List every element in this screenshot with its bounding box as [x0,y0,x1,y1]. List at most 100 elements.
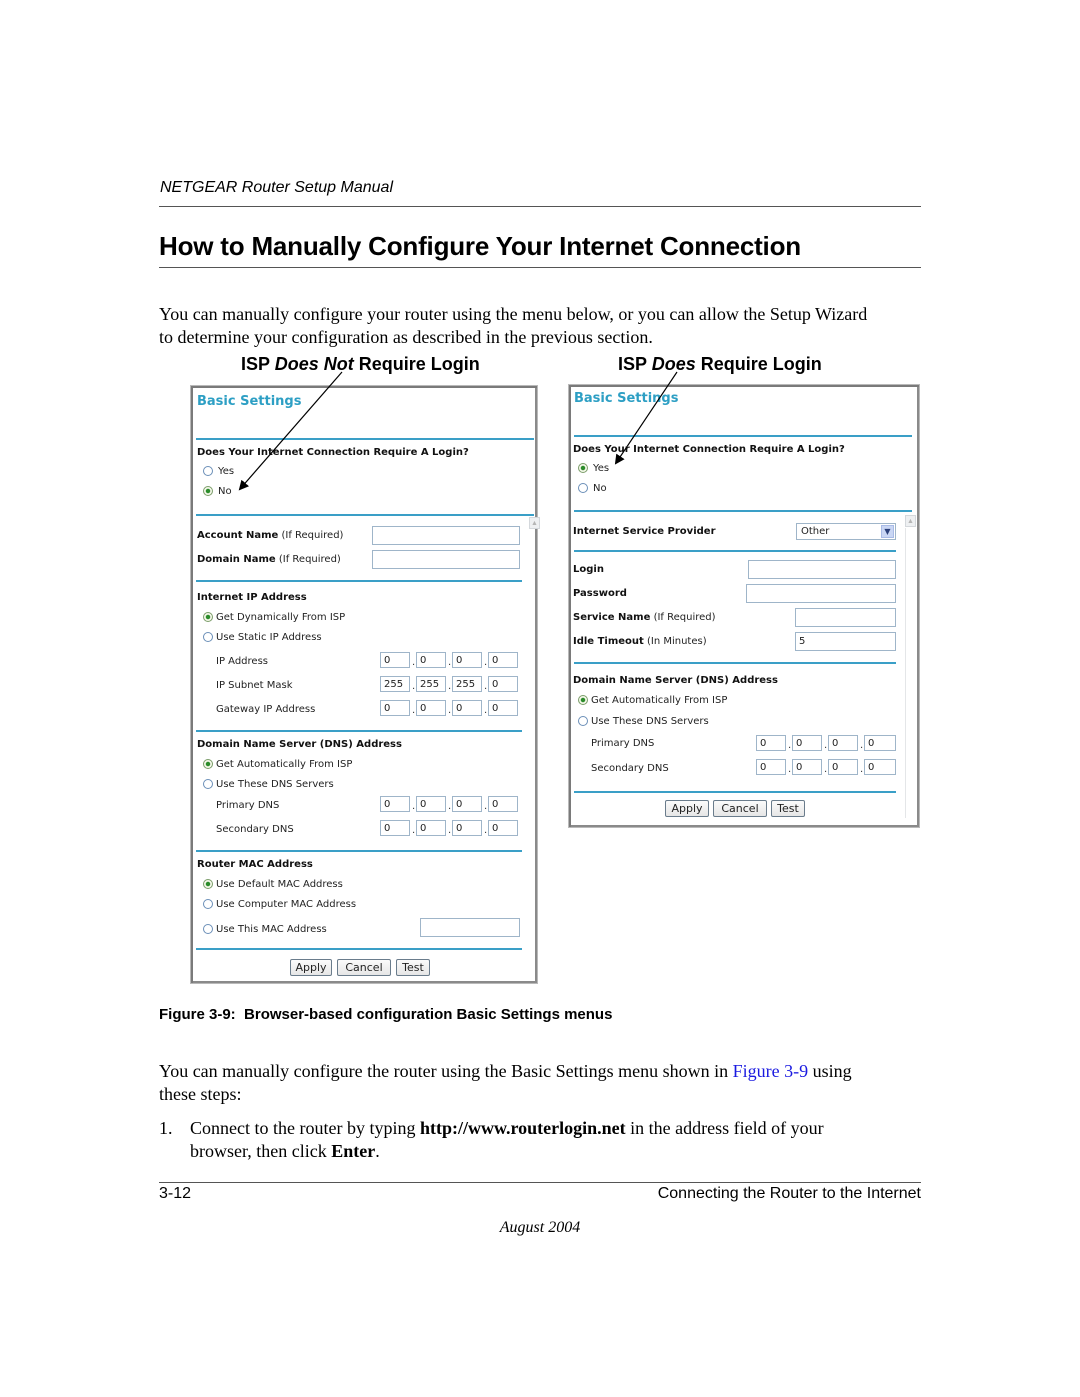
subnet-mask-octet-2[interactable] [416,676,446,692]
secondary-dns-octet-2[interactable] [416,820,446,836]
ip-address-octet-1[interactable] [380,652,410,668]
octet-separator: . [824,740,828,751]
octet-separator: . [484,705,488,716]
scroll-up-icon[interactable]: ▲ [529,517,540,529]
account-name-label: Account Name (If Required) [197,530,344,541]
dns-auto-radio[interactable] [578,695,588,705]
intro-line-2: to determine your configuration as descr… [159,327,653,347]
gateway-octet-2[interactable] [416,700,446,716]
subnet-mask-octet-3[interactable] [452,676,482,692]
ip-static-radio[interactable] [203,632,213,642]
ip-address-octet-3[interactable] [452,652,482,668]
login-label: Login [573,564,604,575]
primary-dns-octet-3[interactable] [452,796,482,812]
scroll-up-icon[interactable]: ▲ [905,515,916,527]
dns-manual-radio[interactable] [578,716,588,726]
apply-button[interactable]: Apply [665,800,709,817]
password-label: Password [573,588,627,599]
dns-section-title: Domain Name Server (DNS) Address [197,739,402,750]
footer-rule [159,1182,921,1183]
service-name-input[interactable] [795,608,896,627]
ip-address-octet-2[interactable] [416,652,446,668]
login-question: Does Your Internet Connection Require A … [573,444,845,455]
idle-timeout-input[interactable] [795,632,896,651]
apply-button[interactable]: Apply [290,959,332,976]
dns-section-title: Domain Name Server (DNS) Address [573,675,778,686]
octet-separator: . [788,740,792,751]
secondary-dns-octet-3[interactable] [452,820,482,836]
primary-dns-octet-4[interactable] [864,735,896,751]
subnet-mask-octet-1[interactable] [380,676,410,692]
mac-address-input[interactable] [420,918,520,937]
intro-line-1: You can manually configure your router u… [159,304,868,324]
ip-static-label: Use Static IP Address [216,632,322,643]
secondary-dns-label: Secondary DNS [216,824,294,835]
divider [196,438,534,440]
running-header: NETGEAR Router Setup Manual [160,179,393,196]
cancel-button[interactable]: Cancel [337,959,391,976]
service-name-label: Service Name (If Required) [573,612,716,623]
dns-auto-radio[interactable] [203,759,213,769]
secondary-dns-octet-2[interactable] [792,759,822,775]
test-button[interactable]: Test [396,959,430,976]
chevron-down-icon[interactable]: ▼ [881,525,894,538]
secondary-dns-octet-1[interactable] [380,820,410,836]
panel-title: Basic Settings [197,394,302,409]
test-button[interactable]: Test [771,800,805,817]
primary-dns-octet-1[interactable] [756,735,786,751]
octet-separator: . [412,705,416,716]
secondary-dns-label: Secondary DNS [591,763,669,774]
step-number: 1. [159,1118,173,1138]
subnet-mask-octet-4[interactable] [488,676,518,692]
password-input[interactable] [746,584,896,603]
gateway-octet-4[interactable] [488,700,518,716]
divider [574,435,912,437]
login-no-label: No [593,483,607,494]
ip-address-octet-4[interactable] [488,652,518,668]
figure-link[interactable]: Figure 3-9 [733,1061,809,1081]
subnet-mask-label: IP Subnet Mask [216,680,293,691]
isp-label: Internet Service Provider [573,526,716,537]
mac-computer-label: Use Computer MAC Address [216,899,357,910]
secondary-dns-octet-4[interactable] [864,759,896,775]
domain-name-label: Domain Name (If Required) [197,554,341,565]
cancel-button[interactable]: Cancel [713,800,767,817]
login-no-label: No [218,486,232,497]
ip-dynamic-radio[interactable] [203,612,213,622]
login-yes-radio[interactable] [203,466,213,476]
mac-computer-radio[interactable] [203,899,213,909]
ip-dynamic-label: Get Dynamically From ISP [216,612,346,623]
dns-manual-radio[interactable] [203,779,213,789]
mac-custom-radio[interactable] [203,924,213,934]
secondary-dns-octet-1[interactable] [756,759,786,775]
mac-default-radio[interactable] [203,879,213,889]
primary-dns-octet-2[interactable] [416,796,446,812]
login-yes-label: Yes [593,463,610,474]
gateway-octet-3[interactable] [452,700,482,716]
isp-selected-value: Other [801,526,830,537]
gateway-label: Gateway IP Address [216,704,316,715]
header-rule [159,206,921,207]
login-no-radio[interactable] [203,486,213,496]
login-yes-radio[interactable] [578,463,588,473]
primary-dns-octet-1[interactable] [380,796,410,812]
primary-dns-octet-4[interactable] [488,796,518,812]
login-no-radio[interactable] [578,483,588,493]
primary-dns-octet-3[interactable] [828,735,858,751]
mac-default-label: Use Default MAC Address [216,879,343,890]
secondary-dns-octet-3[interactable] [828,759,858,775]
caption-isp-does-require-login: ISP Does Require Login [618,354,822,374]
gateway-octet-1[interactable] [380,700,410,716]
primary-dns-octet-2[interactable] [792,735,822,751]
account-name-input[interactable] [372,526,520,545]
secondary-dns-octet-4[interactable] [488,820,518,836]
divider [196,948,522,950]
internet-ip-section-title: Internet IP Address [197,592,307,603]
octet-separator: . [860,740,864,751]
login-input[interactable] [748,560,896,579]
scrollbar-track[interactable] [905,528,906,818]
isp-select[interactable]: Other ▼ [796,523,896,540]
domain-name-input[interactable] [372,550,520,569]
steps-intro: You can manually configure the router us… [159,1060,929,1106]
octet-separator: . [484,801,488,812]
